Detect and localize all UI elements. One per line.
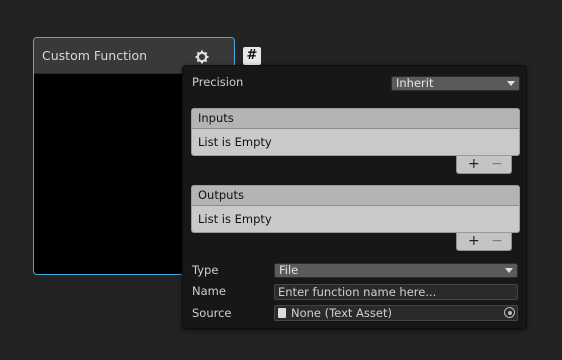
function-name-placeholder: Enter function name here...: [278, 285, 437, 299]
text-asset-icon: [278, 308, 286, 318]
name-label: Name: [192, 284, 226, 298]
source-label: Source: [192, 306, 232, 320]
outputs-add-remove: + −: [456, 233, 512, 251]
type-dropdown[interactable]: File: [274, 263, 518, 278]
inputs-list[interactable]: Inputs List is Empty: [191, 108, 520, 156]
chevron-down-icon: [505, 268, 513, 273]
custom-function-settings-panel: Precision Inherit Inputs List is Empty +…: [182, 65, 527, 329]
type-label: Type: [192, 263, 219, 277]
type-value: File: [279, 263, 299, 277]
inputs-list-header: Inputs: [192, 109, 519, 129]
hash-tab-button[interactable]: #: [243, 47, 261, 65]
object-picker-icon[interactable]: [504, 307, 515, 318]
source-value: None (Text Asset): [291, 306, 392, 320]
outputs-empty-text: List is Empty: [198, 212, 272, 226]
chevron-down-icon: [507, 81, 515, 86]
outputs-remove-button[interactable]: −: [491, 233, 503, 249]
precision-value: Inherit: [396, 76, 434, 90]
inputs-add-remove: + −: [456, 156, 512, 174]
precision-dropdown[interactable]: Inherit: [391, 76, 520, 91]
function-name-input[interactable]: Enter function name here...: [274, 284, 518, 300]
node-title: Custom Function: [42, 48, 148, 63]
inputs-add-button[interactable]: +: [468, 156, 480, 172]
source-object-field[interactable]: None (Text Asset): [274, 305, 518, 321]
outputs-list-header: Outputs: [192, 186, 519, 206]
gear-icon[interactable]: [195, 50, 209, 64]
inputs-remove-button[interactable]: −: [491, 156, 503, 172]
outputs-add-button[interactable]: +: [468, 233, 480, 249]
outputs-list[interactable]: Outputs List is Empty: [191, 185, 520, 233]
inputs-empty-text: List is Empty: [198, 135, 272, 149]
precision-label: Precision: [192, 75, 244, 89]
